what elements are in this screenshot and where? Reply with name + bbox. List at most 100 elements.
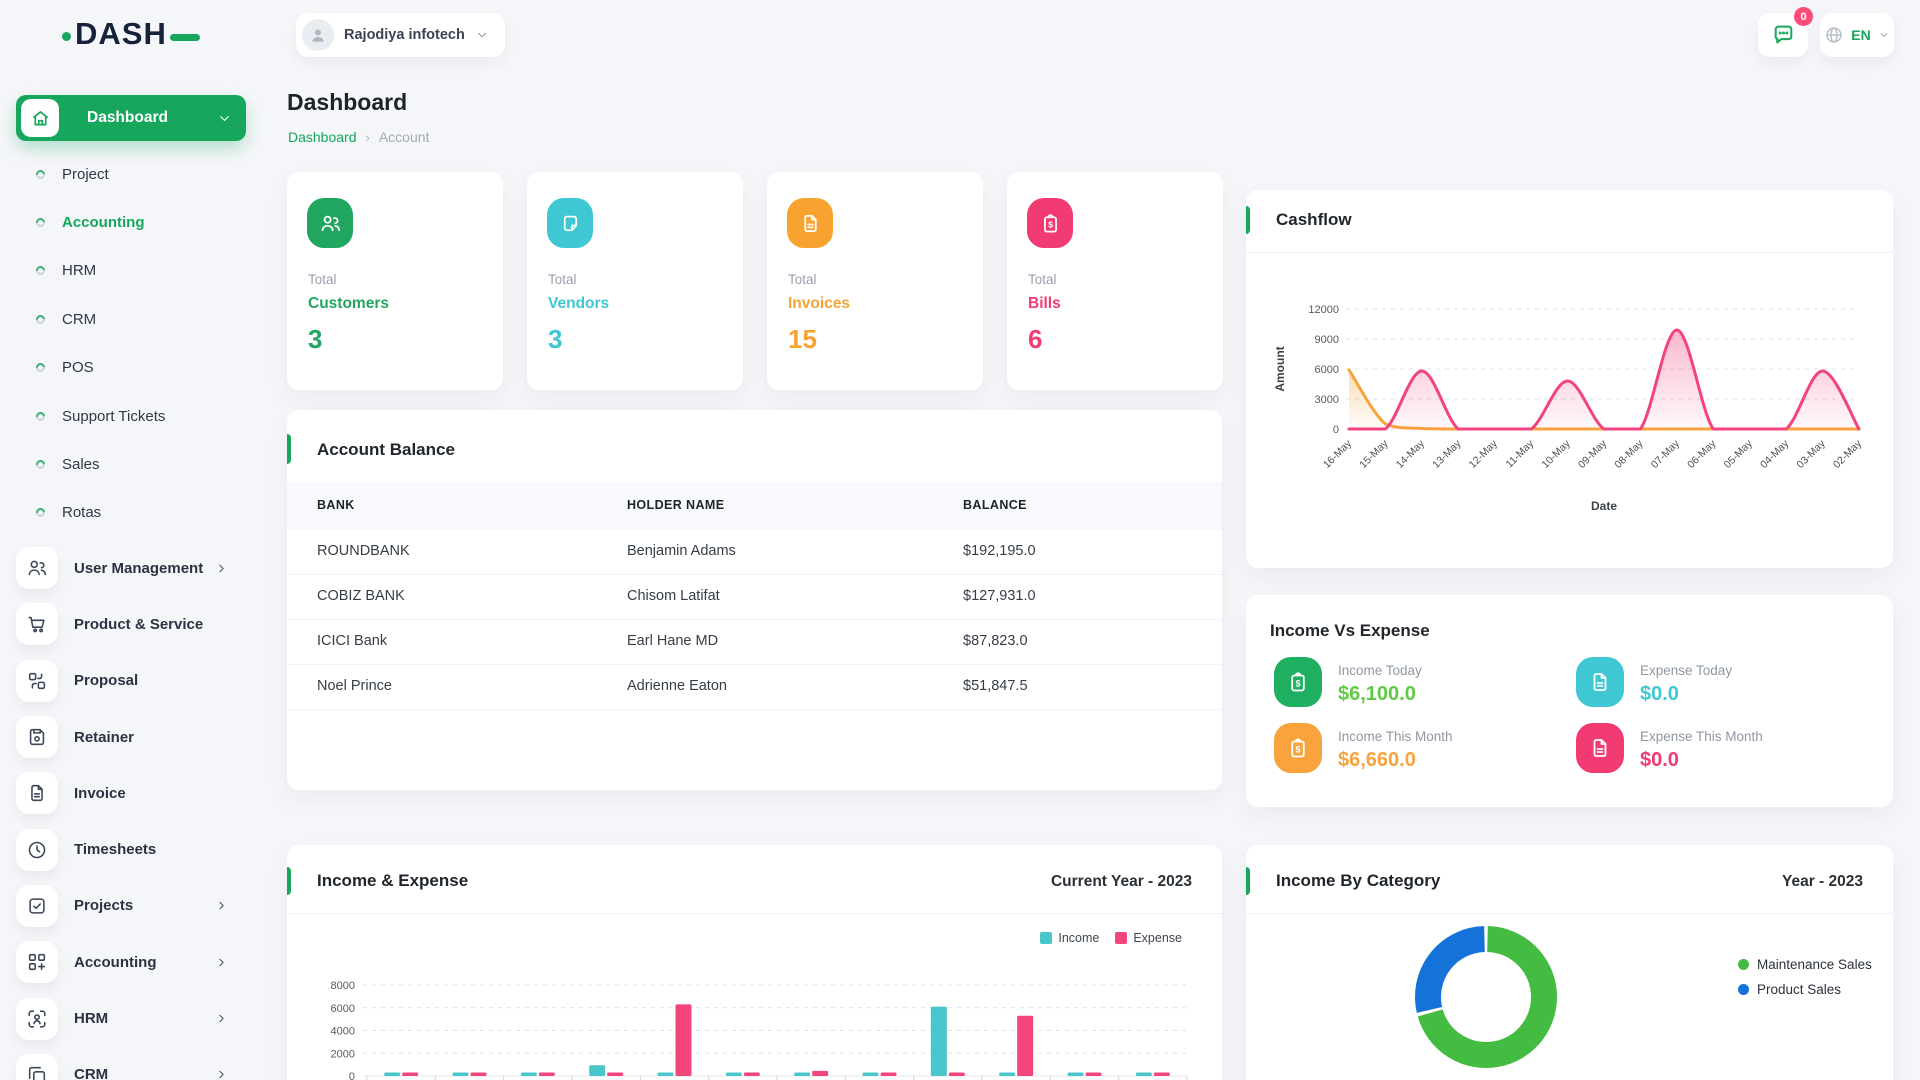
svg-text:09-May: 09-May	[1576, 437, 1610, 471]
svg-text:12000: 12000	[1308, 304, 1339, 316]
sidebar-item-label: Timesheets	[74, 841, 156, 858]
svg-text:06-May: 06-May	[1685, 437, 1719, 471]
card-title: Cashflow	[1276, 210, 1352, 230]
legend-item-maintenance-sales[interactable]: Maintenance Sales	[1738, 957, 1872, 972]
svg-text:3000: 3000	[1315, 394, 1339, 406]
sidebar-item-accounting-section[interactable]: Accounting	[0, 934, 260, 990]
bullet-icon	[34, 361, 47, 374]
document-icon	[16, 772, 58, 814]
sidebar-item-product-service[interactable]: Product & Service	[0, 596, 260, 652]
sidebar-item-label: Proposal	[74, 672, 138, 689]
sidebar-item-crm[interactable]: CRM	[0, 295, 260, 343]
svg-text:0: 0	[349, 1071, 355, 1080]
users-icon	[307, 198, 353, 248]
cashflow-card: Cashflow 03000600090001200016-May15-May1…	[1246, 190, 1893, 568]
total-bills-card: $ Total Bills 6	[1007, 172, 1223, 390]
sidebar-item-rotas[interactable]: Rotas	[0, 489, 260, 537]
sidebar-item-pos[interactable]: POS	[0, 344, 260, 392]
app-logo[interactable]: DASH	[62, 16, 200, 52]
stat-value: $0.0	[1640, 749, 1679, 772]
income-expense-card: Income & Expense Current Year - 2023 Inc…	[287, 845, 1222, 1080]
stat-value: 15	[788, 324, 817, 355]
cell-bank: COBIZ BANK	[317, 588, 405, 604]
sidebar-item-timesheets[interactable]: Timesheets	[0, 821, 260, 877]
messages-button[interactable]: 0	[1758, 13, 1808, 57]
sidebar-item-dashboard[interactable]: Dashboard	[16, 95, 246, 141]
chevron-right-icon	[215, 562, 228, 575]
sidebar-item-accounting[interactable]: Accounting	[0, 198, 260, 246]
legend-item-expense[interactable]: Expense	[1115, 931, 1182, 945]
logo-dot-icon	[62, 32, 71, 41]
stat-label: Vendors	[548, 295, 609, 313]
cart-icon	[16, 603, 58, 645]
stat-label: Expense Today	[1640, 663, 1732, 678]
svg-text:04-May: 04-May	[1758, 437, 1792, 471]
stat-value: $0.0	[1640, 683, 1679, 706]
svg-text:13-May: 13-May	[1430, 437, 1464, 471]
svg-text:02-May: 02-May	[1831, 437, 1865, 471]
sidebar-item-label: Accounting	[74, 954, 157, 971]
sidebar-item-crm-section[interactable]: CRM	[0, 1047, 260, 1080]
sidebar-item-label: CRM	[74, 1066, 108, 1080]
legend-item-product-sales[interactable]: Product Sales	[1738, 982, 1841, 997]
language-code: EN	[1851, 27, 1870, 43]
sidebar-item-proposal[interactable]: Proposal	[0, 653, 260, 709]
breadcrumb-dashboard-link[interactable]: Dashboard	[288, 129, 357, 145]
sidebar-item-hrm-section[interactable]: HRM	[0, 990, 260, 1046]
language-selector[interactable]: EN	[1820, 13, 1894, 57]
period-label: Current Year - 2023	[1051, 873, 1192, 891]
sidebar-item-user-management[interactable]: User Management	[0, 540, 260, 596]
legend-label: Product Sales	[1757, 982, 1841, 997]
stat-prefix: Total	[308, 272, 337, 287]
svg-text:Date: Date	[1591, 499, 1617, 513]
sidebar-item-projects[interactable]: Projects	[0, 878, 260, 934]
logo-text: DASH	[75, 16, 167, 52]
chevron-down-icon	[475, 28, 489, 42]
bullet-icon	[34, 410, 47, 423]
stat-value: $6,100.0	[1338, 683, 1416, 706]
income-expense-chart: 02000400060008000	[307, 953, 1202, 1080]
svg-text:15-May: 15-May	[1357, 437, 1391, 471]
stat-label: Expense This Month	[1640, 729, 1763, 744]
breadcrumb-separator: ›	[366, 130, 370, 145]
legend-item-income[interactable]: Income	[1040, 931, 1099, 945]
sidebar-item-label: Projects	[74, 897, 133, 914]
cell-bank: Noel Prince	[317, 678, 392, 694]
stat-prefix: Total	[1028, 272, 1057, 287]
page-title: Dashboard	[287, 89, 407, 116]
accent-bar	[1246, 867, 1250, 895]
sidebar-item-label: Retainer	[74, 729, 134, 746]
proposal-icon	[16, 660, 58, 702]
bill-clipboard-icon: $	[1274, 657, 1322, 707]
sidebar-item-project[interactable]: Project	[0, 150, 260, 198]
svg-text:$: $	[1295, 744, 1300, 754]
company-switcher[interactable]: Rajodiya infotech	[296, 13, 505, 57]
sidebar-item-support-tickets[interactable]: Support Tickets	[0, 392, 260, 440]
breadcrumb-current: Account	[379, 129, 430, 145]
cashflow-chart: 03000600090001200016-May15-May14-May13-M…	[1264, 254, 1874, 554]
users-icon	[16, 547, 58, 589]
save-icon	[16, 716, 58, 758]
svg-text:2000: 2000	[331, 1048, 355, 1060]
legend-label: Maintenance Sales	[1757, 957, 1872, 972]
legend-swatch	[1115, 932, 1127, 944]
card-title: Income Vs Expense	[1270, 621, 1430, 641]
legend-swatch	[1738, 959, 1749, 970]
bullet-icon	[34, 265, 47, 278]
stat-label: Income This Month	[1338, 729, 1453, 744]
invoice-icon	[787, 198, 833, 248]
sidebar-item-retainer[interactable]: Retainer	[0, 709, 260, 765]
legend-swatch	[1040, 932, 1052, 944]
sidebar-item-hrm[interactable]: HRM	[0, 247, 260, 295]
chart-legend: Income Expense	[1040, 931, 1182, 945]
sidebar-item-invoice[interactable]: Invoice	[0, 765, 260, 821]
sidebar-item-sales[interactable]: Sales	[0, 440, 260, 488]
table-row: Noel Prince Adrienne Eaton $51,847.5	[287, 665, 1222, 710]
logo-dash-icon	[170, 34, 200, 41]
card-title: Income & Expense	[317, 871, 468, 891]
table-row: ICICI Bank Earl Hane MD $87,823.0	[287, 620, 1222, 665]
sidebar-item-label: HRM	[74, 1010, 108, 1027]
home-icon	[21, 99, 59, 137]
svg-text:10-May: 10-May	[1539, 437, 1573, 471]
account-balance-card: Account Balance BANK HOLDER NAME BALANCE…	[287, 410, 1222, 790]
